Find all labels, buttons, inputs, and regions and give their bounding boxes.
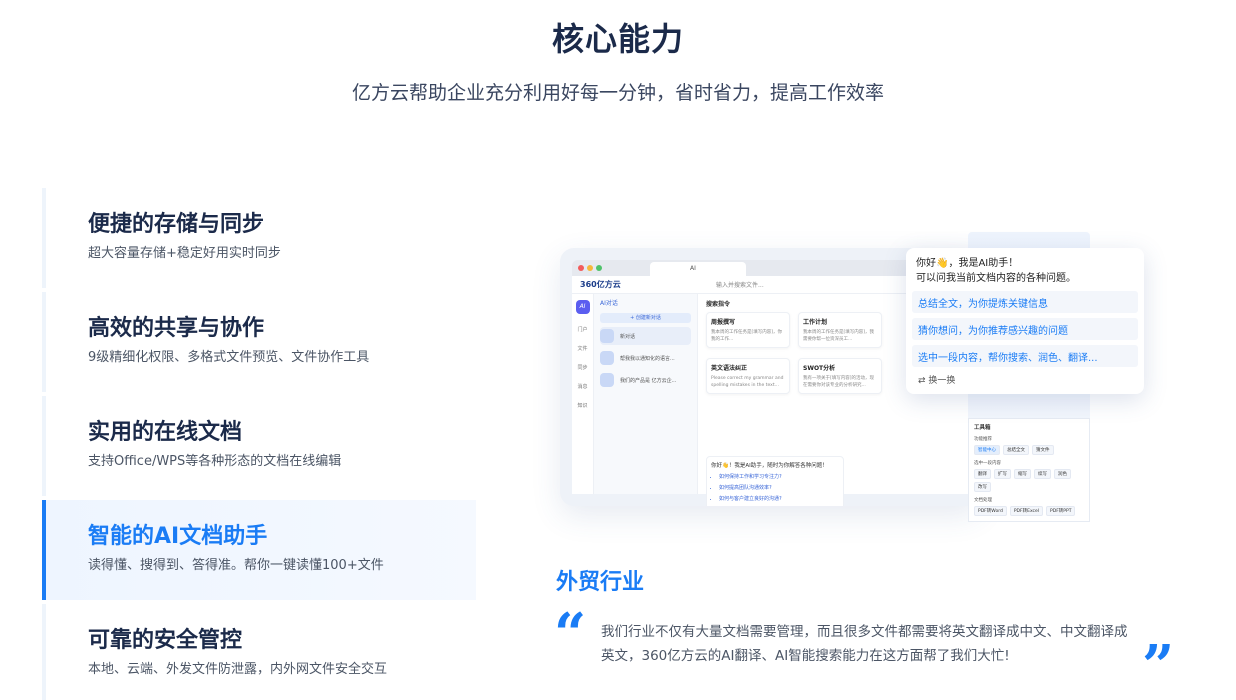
card-title: 工作计划 xyxy=(803,319,828,326)
toolbox-title: 工具箱 xyxy=(974,425,991,431)
toolbox-chip: 智能中心 xyxy=(974,445,1000,455)
app-logo: 360亿方云 xyxy=(580,280,621,289)
sidebar-item-messages: 消息 xyxy=(577,384,588,390)
toolbox-chip: 猜文件 xyxy=(1032,445,1054,455)
feature-desc: 支持Office/WPS等各种形态的文档在线编辑 xyxy=(88,454,342,469)
page-title: 核心能力 xyxy=(551,20,684,58)
ai-badge-icon: AI xyxy=(575,300,590,314)
toolbox-chip: PDF转Excel xyxy=(1009,506,1044,516)
popup-option-summarize: 总结全文，为你提炼关键信息 xyxy=(912,291,1138,313)
toolbox-chip: PDF转Word xyxy=(974,506,1007,516)
card-title: 周报撰写 xyxy=(711,319,736,326)
chat-intro: 你好👋！我是AI助手，随时为你解答各种问题！ xyxy=(711,463,828,469)
card-desc: 我有一项关于[填写内容]的活动，现在需要你对该专业的分析研究... xyxy=(803,376,875,388)
chat-avatar-icon xyxy=(600,329,614,343)
feature-list: 便捷的存储与同步 超大容量存储+稳定好用实时同步 高效的共享与协作 9级精细化权… xyxy=(42,188,476,700)
page-subtitle: 亿方云帮助企业充分利用好每一分钟，省时省力，提高工作效率 xyxy=(351,82,884,104)
toolbox-chip: 翻译 xyxy=(974,469,991,479)
feature-desc: 本地、云端、外发文件防泄露，内外网文件安全交互 xyxy=(88,662,388,677)
toolbox-chip: 缩写 xyxy=(1014,469,1031,479)
app-sidebar: AI 门户 文件 同步 消息 知识 xyxy=(572,294,594,494)
sidebar-item-knowledge: 知识 xyxy=(577,403,588,409)
chat-item-label: 我们的产品是 亿方云企... xyxy=(620,377,677,384)
ai-assistant-popup: 你好👋，我是AI助手！ 可以问我当前文档内容的各种问题。 总结全文，为你提炼关键… xyxy=(906,248,1144,394)
card-desc: Please correct my grammar and spelling m… xyxy=(711,376,784,388)
toolbox-chip: 续写 xyxy=(1034,469,1051,479)
card-desc: 我本周的工作任务是[填写内容]，你我的工作... xyxy=(711,330,783,342)
chat-item: 帮我我以通知化的语言... xyxy=(600,349,691,367)
chat-item-label: 新对话 xyxy=(620,333,636,340)
command-card: 英文语法纠正 Please correct my grammar and spel… xyxy=(706,358,790,394)
popup-swap-label: 换一换 xyxy=(928,376,956,386)
toolbox-chip: 润色 xyxy=(1054,469,1071,479)
window-close-dot xyxy=(578,265,584,271)
command-card: 周报撰写我本周的工作任务是[填写内容]，你我的工作... xyxy=(706,312,790,348)
command-card: 工作计划我本周的工作任务是[填写内容]，我需要你帮一位资深员工... xyxy=(798,312,882,348)
testimonial-quote: 我们行业不仅有大量文档需要管理，而且很多文件都需要将英文翻译成中文、中文翻译成英… xyxy=(601,624,1128,664)
feature-desc: 超大容量存储+稳定好用实时同步 xyxy=(88,246,281,261)
toolbox-section-label: 选中一段内容 xyxy=(974,461,1001,466)
toolbox-chip: 改写 xyxy=(974,482,991,492)
popup-greeting-detail: 可以问我当前文档内容的各种问题。 xyxy=(916,273,1076,284)
card-desc: 我本周的工作任务是[填写内容]，我需要你帮一位资深员工... xyxy=(803,330,875,342)
sidebar-item-files: 文件 xyxy=(577,346,588,352)
feature-desc: 读得懂、搜得到、答得准。帮你一键读懂100+文件 xyxy=(88,558,384,573)
new-chat-button: + 创建新对话 xyxy=(600,313,691,323)
chat-suggestion: 如何保持工作和学习专注力? xyxy=(719,473,839,480)
toolbox-chip: 扩写 xyxy=(994,469,1011,479)
chat-list-header: AI对话 xyxy=(600,300,618,307)
feature-item-sharing[interactable]: 高效的共享与协作 9级精细化权限、多格式文件预览、文件协作工具 xyxy=(42,292,476,392)
chat-avatar-icon xyxy=(600,373,614,387)
card-title: SWOT分析 xyxy=(803,365,836,372)
command-card: SWOT分析我有一项关于[填写内容]的活动，现在需要你对该专业的分析研究... xyxy=(798,358,882,394)
feature-title: 实用的在线文档 xyxy=(88,420,243,445)
quote-open-icon: “ xyxy=(554,601,587,667)
feature-title: 可靠的安全管控 xyxy=(88,628,243,653)
feature-item-security[interactable]: 可靠的安全管控 本地、云端、外发文件防泄露，内外网文件安全交互 xyxy=(42,604,476,700)
quote-close-icon: ” xyxy=(1142,633,1175,699)
toolbox-panel: 工具箱 功能推荐 智能中心 总结全文 猜文件 选中一段内容 翻译 扩写 缩写 续… xyxy=(968,418,1090,522)
popup-option-suggest: 猜你想问，为你推荐感兴趣的问题 xyxy=(912,318,1138,340)
chat-suggestion: 如何提高团队沟通效率? xyxy=(719,484,839,491)
chat-list: AI对话 + 创建新对话 新对话 帮我我以通知化的语言... 我们的产品是 亿方… xyxy=(594,294,698,494)
feature-desc: 9级精细化权限、多格式文件预览、文件协作工具 xyxy=(88,350,370,365)
card-title: 英文语法纠正 xyxy=(711,365,748,372)
popup-option-select: 选中一段内容，帮你搜索、润色、翻译... xyxy=(912,345,1138,367)
feature-title: 智能的AI文档助手 xyxy=(88,524,268,549)
feature-title: 便捷的存储与同步 xyxy=(88,212,265,237)
testimonial-industry: 外贸行业 xyxy=(556,570,645,595)
feature-item-online-docs[interactable]: 实用的在线文档 支持Office/WPS等各种形态的文档在线编辑 xyxy=(42,396,476,496)
popup-greeting: 你好👋，我是AI助手！ xyxy=(916,258,1019,269)
chat-welcome: 你好👋！我是AI助手，随时为你解答各种问题！ 如何保持工作和学习专注力? 如何提… xyxy=(706,456,844,506)
window-max-dot xyxy=(596,265,602,271)
chat-avatar-icon xyxy=(600,351,614,365)
chat-item: 我们的产品是 亿方云企... xyxy=(600,371,691,389)
window-min-dot xyxy=(587,265,593,271)
browser-tab: AI xyxy=(650,262,746,276)
toolbox-chip: PDF转PPT xyxy=(1046,506,1076,516)
feature-item-ai-assistant[interactable]: 智能的AI文档助手 读得懂、搜得到、答得准。帮你一键读懂100+文件 xyxy=(42,500,476,600)
app-search: 输入并搜索文件... xyxy=(716,282,764,289)
browser-tabbar: AI xyxy=(572,260,932,276)
sidebar-item-portal: 门户 xyxy=(577,327,588,333)
refresh-icon: ⇄ xyxy=(918,376,926,386)
toolbox-chip: 总结全文 xyxy=(1003,445,1029,455)
toolbox-section-label: 文档处理 xyxy=(974,498,992,503)
chat-item-label: 帮我我以通知化的语言... xyxy=(620,355,675,362)
feature-title: 高效的共享与协作 xyxy=(88,316,265,341)
feature-item-storage[interactable]: 便捷的存储与同步 超大容量存储+稳定好用实时同步 xyxy=(42,188,476,288)
popup-swap: ⇄ 换一换 xyxy=(912,373,1138,386)
toolbox-section-label: 功能推荐 xyxy=(974,437,992,442)
chat-item: 新对话 xyxy=(600,327,691,345)
chat-suggestion: 如何与客户建立良好的沟通? xyxy=(719,495,839,502)
sidebar-item-sync: 同步 xyxy=(577,365,588,371)
